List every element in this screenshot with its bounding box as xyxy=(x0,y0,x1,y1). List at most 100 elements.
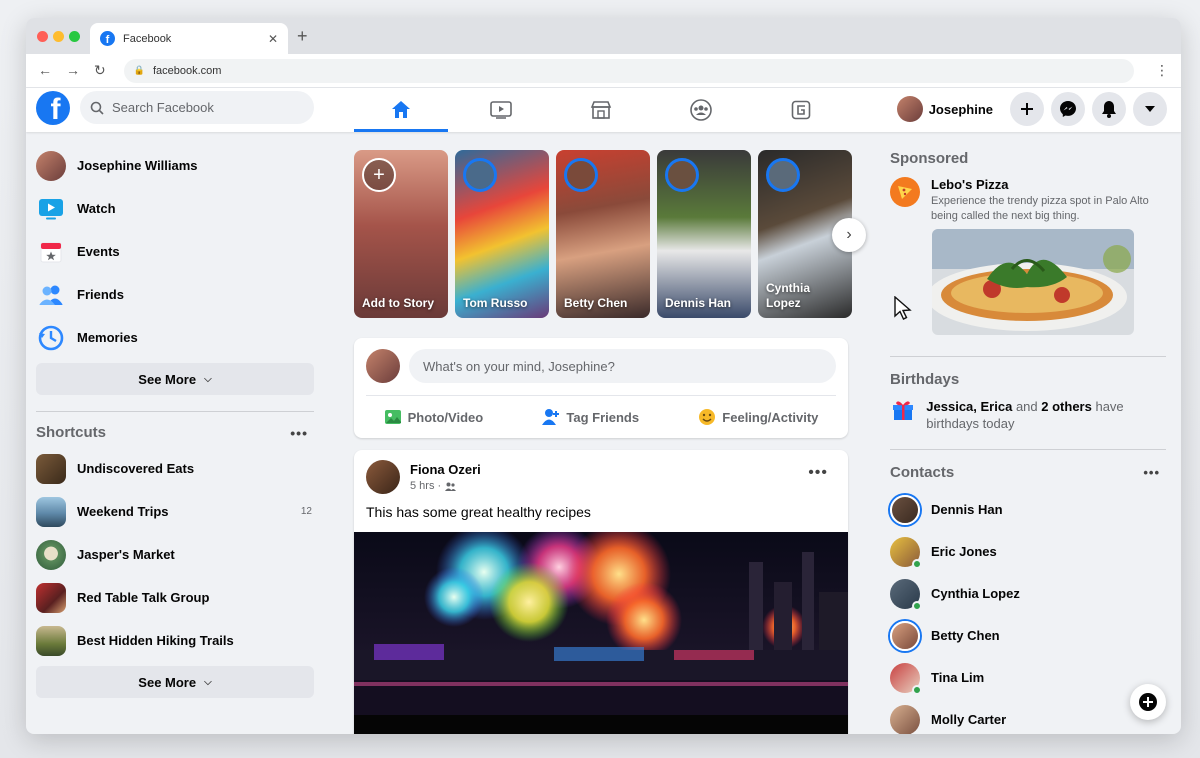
tab-marketplace[interactable] xyxy=(554,88,648,132)
minimize-window-button[interactable] xyxy=(53,31,64,42)
sidebar-item-events[interactable]: Events xyxy=(36,230,316,273)
feeling-activity-label: Feeling/Activity xyxy=(722,409,819,425)
right-sidebar: Sponsored Lebo's Pizza Experience the tr… xyxy=(890,150,1170,734)
contact-name: Dennis Han xyxy=(931,502,1003,518)
story-name: Betty Chen xyxy=(564,295,628,310)
sponsored-title: Sponsored xyxy=(890,150,969,167)
close-tab-icon[interactable]: ✕ xyxy=(268,32,278,46)
tab-watch[interactable] xyxy=(454,88,548,132)
shortcut-item[interactable]: Red Table Talk Group xyxy=(36,576,316,619)
story-avatar xyxy=(463,158,497,192)
shortcuts-title: Shortcuts xyxy=(36,424,107,441)
contact-item[interactable]: Betty Chen xyxy=(890,615,1170,657)
post-options-icon[interactable]: ••• xyxy=(808,464,828,482)
shortcut-item[interactable]: Weekend Trips 12 xyxy=(36,490,316,533)
sidebar-item-profile[interactable]: Josephine Williams xyxy=(36,144,316,187)
close-window-button[interactable] xyxy=(37,31,48,42)
contact-item[interactable]: Molly Carter xyxy=(890,699,1170,734)
feeling-activity-button[interactable]: Feeling/Activity xyxy=(698,408,818,426)
online-status-dot xyxy=(912,684,922,695)
post-image[interactable] xyxy=(354,532,848,734)
profile-chip[interactable]: Josephine xyxy=(895,93,1003,125)
sponsored-ad[interactable]: Lebo's Pizza Experience the trendy pizza… xyxy=(890,177,1170,225)
avatar xyxy=(896,96,923,122)
sidebar-item-friends[interactable]: Friends xyxy=(36,273,316,316)
right-divider xyxy=(890,448,1166,450)
sidebar-item-memories[interactable]: Memories xyxy=(36,316,316,359)
birthday-names: Jessica, Erica xyxy=(926,398,1013,414)
ad-image[interactable] xyxy=(927,228,1134,335)
watch-icon xyxy=(36,194,66,224)
shortcut-thumbnail xyxy=(36,496,66,527)
story-avatar xyxy=(766,158,800,192)
birthday-notice[interactable]: Jessica, Erica and 2 others have birthda… xyxy=(890,398,1170,433)
contact-item[interactable]: Eric Jones xyxy=(890,531,1170,573)
more-options-icon[interactable]: ••• xyxy=(1143,465,1160,480)
story-name: Add to Story xyxy=(362,295,434,310)
avatar[interactable] xyxy=(366,460,400,494)
browser-tab-bar: f Facebook ✕ + xyxy=(26,18,1181,54)
maximize-window-button[interactable] xyxy=(69,31,80,42)
plus-icon xyxy=(1021,103,1033,115)
shortcut-label: Red Table Talk Group xyxy=(77,590,210,605)
avatar xyxy=(890,662,922,695)
post-author[interactable]: Fiona Ozeri xyxy=(410,462,481,477)
story-card[interactable]: Tom Russo xyxy=(455,150,549,318)
browser-menu-icon[interactable]: ⋮ xyxy=(1155,62,1169,79)
online-status-dot xyxy=(912,600,922,611)
back-arrow-icon[interactable]: ← xyxy=(38,62,52,79)
contact-item[interactable]: Dennis Han xyxy=(890,489,1170,531)
stories-next-button[interactable]: › xyxy=(832,218,866,252)
forward-arrow-icon[interactable]: → xyxy=(66,62,80,79)
create-button[interactable] xyxy=(1010,92,1044,126)
tab-gaming[interactable] xyxy=(754,88,848,132)
see-more-shortcuts-button[interactable]: See More ⌵ xyxy=(36,666,314,698)
right-divider xyxy=(890,355,1166,357)
shortcut-item[interactable]: Undiscovered Eats xyxy=(36,447,316,490)
tab-home[interactable] xyxy=(354,88,448,132)
friends-audience-icon xyxy=(445,482,457,491)
tab-groups[interactable] xyxy=(654,88,748,132)
shortcut-label: Weekend Trips xyxy=(77,504,169,519)
story-card-add[interactable]: + Add to Story xyxy=(354,150,448,318)
account-menu-button[interactable] xyxy=(1133,92,1167,126)
birthday-others: 2 others xyxy=(1041,398,1092,414)
more-options-icon[interactable]: ••• xyxy=(290,425,308,441)
avatar xyxy=(366,349,400,383)
story-card[interactable]: Dennis Han xyxy=(657,150,751,318)
tag-friends-label: Tag Friends xyxy=(566,409,640,425)
new-message-button[interactable] xyxy=(1130,684,1166,720)
search-icon xyxy=(90,101,104,115)
story-avatar xyxy=(665,158,699,192)
birthdays-header: Birthdays xyxy=(890,371,1160,388)
contact-item[interactable]: Cynthia Lopez xyxy=(890,573,1170,615)
facebook-header: f Josephine xyxy=(26,88,1181,132)
shortcut-item[interactable]: Best Hidden Hiking Trails xyxy=(36,619,316,662)
search-input[interactable] xyxy=(112,100,292,115)
new-tab-button[interactable]: + xyxy=(297,26,308,47)
shortcut-item[interactable]: Jasper's Market xyxy=(36,533,316,576)
photo-video-label: Photo/Video xyxy=(407,409,484,425)
messenger-button[interactable] xyxy=(1051,92,1085,126)
notifications-button[interactable] xyxy=(1092,92,1126,126)
composer-input[interactable]: What's on your mind, Josephine? xyxy=(409,349,836,383)
see-more-button[interactable]: See More ⌵ xyxy=(36,363,314,395)
search-box[interactable] xyxy=(80,91,314,124)
story-card[interactable]: Betty Chen xyxy=(556,150,650,318)
sidebar-item-label: Watch xyxy=(77,201,116,216)
profile-name: Josephine xyxy=(928,101,993,117)
plus-icon: + xyxy=(362,158,396,192)
reload-icon[interactable]: ↻ xyxy=(94,62,106,79)
post-time[interactable]: 5 hrs · xyxy=(410,480,441,492)
messenger-icon xyxy=(1060,101,1076,117)
url-field[interactable]: 🔒 facebook.com xyxy=(123,58,1134,83)
browser-tab[interactable]: f Facebook ✕ xyxy=(90,23,288,54)
sidebar-item-watch[interactable]: Watch xyxy=(36,187,316,230)
tag-friends-button[interactable]: Tag Friends xyxy=(542,408,639,426)
facebook-logo-icon[interactable]: f xyxy=(36,91,70,125)
lock-icon: 🔒 xyxy=(133,65,145,75)
photo-video-button[interactable]: Photo/Video xyxy=(384,408,484,426)
avatar xyxy=(890,536,922,569)
contact-item[interactable]: Tina Lim xyxy=(890,657,1170,699)
story-name: Tom Russo xyxy=(463,295,528,310)
